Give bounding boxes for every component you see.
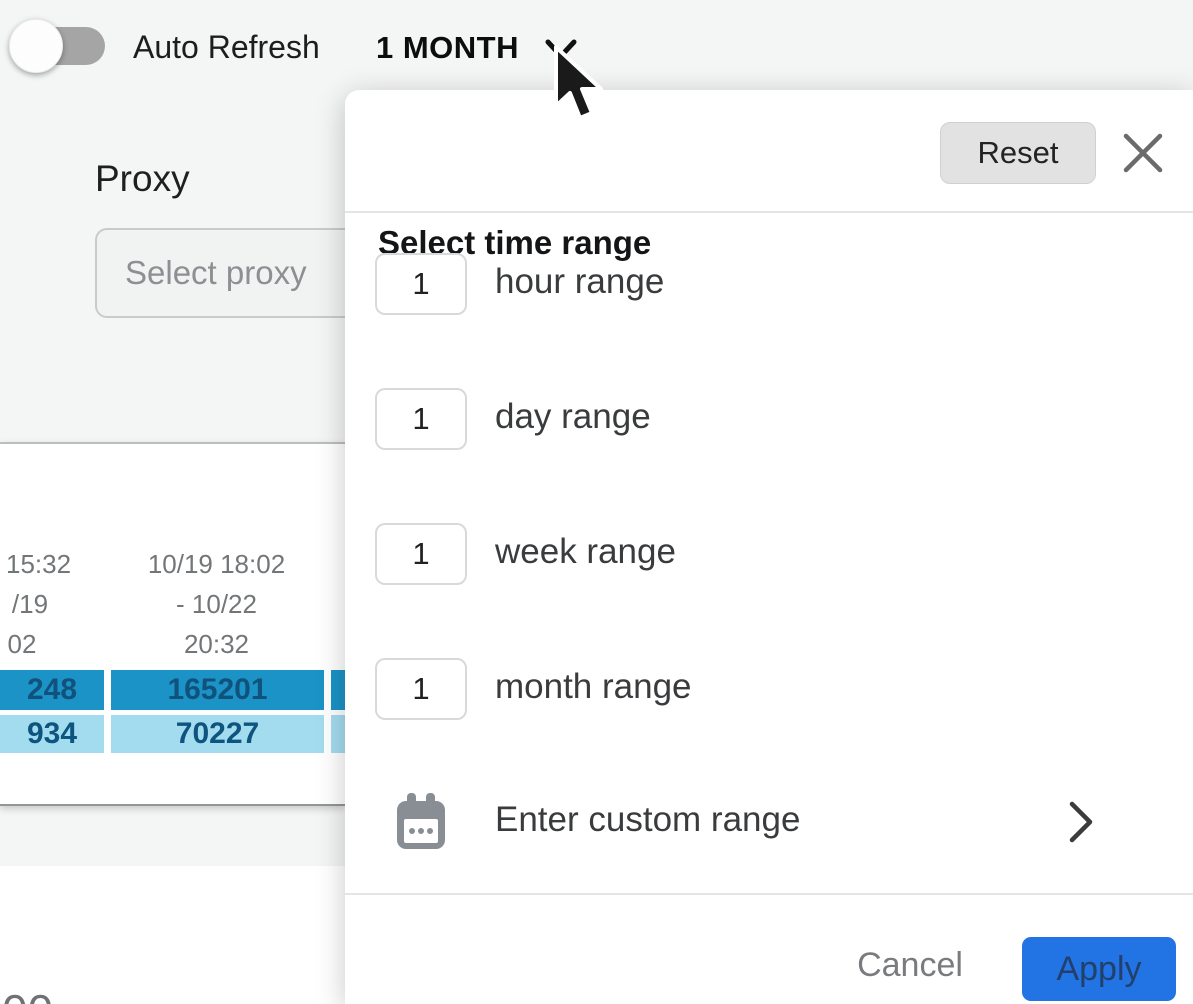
enter-custom-range-label: Enter custom range (495, 800, 800, 840)
day-range-label: day range (495, 397, 651, 437)
table-header-col1-line1: 15:32 (6, 544, 71, 584)
hour-range-label: hour range (495, 262, 664, 302)
apply-button[interactable]: Apply (1022, 937, 1176, 1001)
mouse-cursor (552, 44, 618, 128)
auto-refresh-label: Auto Refresh (133, 29, 320, 66)
table-cell: 70227 (111, 715, 324, 753)
table-header-col1-line3: 02 (0, 624, 44, 664)
bottom-card: 00 (0, 866, 345, 1004)
cancel-button[interactable]: Cancel (850, 946, 970, 985)
table-cell: 165201 (111, 670, 324, 710)
calendar-icon (395, 792, 447, 850)
month-range-label: month range (495, 667, 692, 707)
day-range-input[interactable] (375, 388, 467, 450)
table-cell: 248 (0, 670, 104, 710)
enter-custom-range-item[interactable]: Enter custom range (345, 784, 1193, 864)
week-range-label: week range (495, 532, 676, 572)
table-header-col2: 10/19 18:02 - 10/22 20:32 (110, 544, 323, 664)
week-range-input[interactable] (375, 523, 467, 585)
stats-table: 15:32 /19 02 10/19 18:02 - 10/22 20:32 2… (0, 442, 345, 806)
reset-button[interactable]: Reset (940, 122, 1096, 184)
table-cell: 934 (0, 715, 104, 753)
proxy-label: Proxy (95, 158, 190, 200)
auto-refresh-toggle-knob[interactable] (9, 19, 63, 73)
chevron-right-icon (1067, 798, 1095, 846)
table-cell (331, 670, 345, 710)
month-range-input[interactable] (375, 658, 467, 720)
select-time-range-dialog: Select time range Reset hour range day r… (345, 90, 1193, 1004)
footer-divider (345, 893, 1193, 895)
hour-range-input[interactable] (375, 253, 467, 315)
table-header-col1-line2: /19 (0, 584, 60, 624)
close-icon[interactable] (1120, 130, 1166, 176)
clipped-number-text: 00 (2, 984, 53, 1004)
table-cell (331, 715, 345, 753)
proxy-select-placeholder: Select proxy (125, 254, 307, 292)
proxy-select[interactable]: Select proxy (95, 228, 365, 318)
header-divider (345, 211, 1193, 213)
time-range-dropdown[interactable]: 1 MONTH (376, 30, 519, 66)
